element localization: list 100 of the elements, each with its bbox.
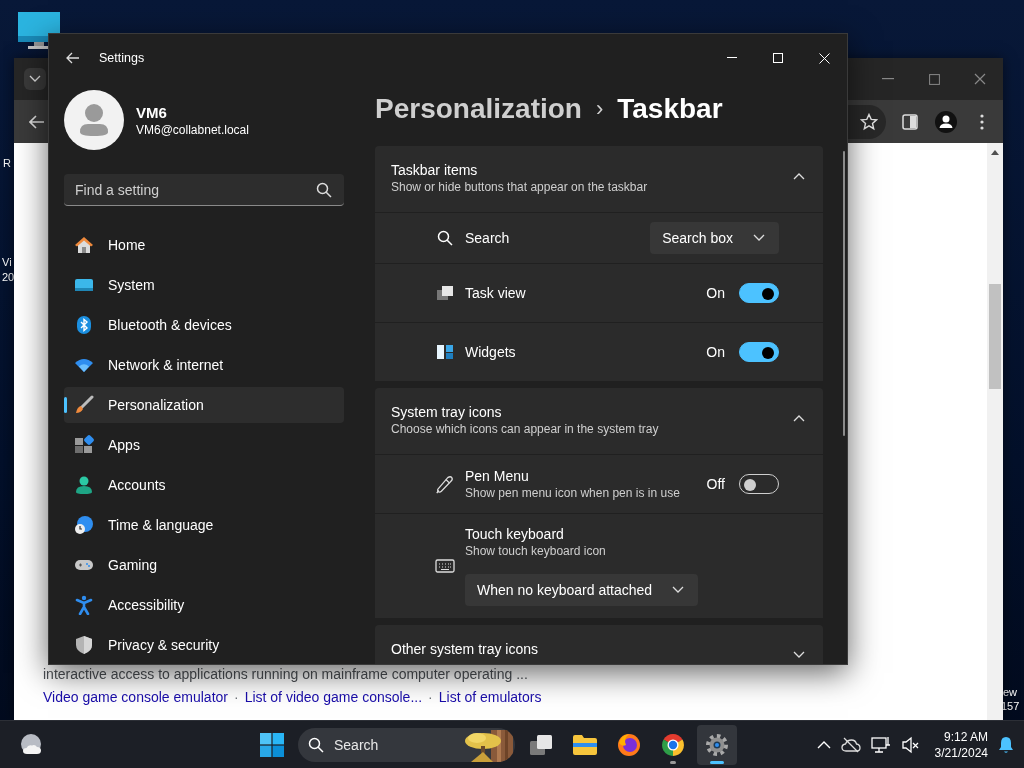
toggle-switch[interactable] — [739, 283, 779, 303]
section-header[interactable]: Taskbar items Show or hide buttons that appear on the taskbar — [375, 146, 823, 212]
avatar[interactable] — [64, 90, 124, 150]
settings-search-field[interactable]: Find a setting — [64, 174, 344, 206]
shield-icon — [74, 635, 94, 655]
link-separator: · — [233, 688, 239, 707]
nav-item[interactable]: Apps — [64, 427, 344, 463]
search-icon — [316, 181, 332, 198]
nav-item[interactable]: Home — [64, 227, 344, 263]
dropdown[interactable]: Search box — [650, 222, 779, 254]
folder-icon — [572, 733, 598, 756]
setting-label: Pen Menu — [465, 468, 530, 484]
taskbar-search-field[interactable]: Search — [298, 727, 515, 762]
nav-item[interactable]: Privacy & security — [64, 627, 344, 663]
pen-icon — [435, 473, 455, 495]
minimize-icon — [727, 57, 737, 59]
dropdown[interactable]: When no keyboard attached — [465, 574, 699, 606]
scrollbar[interactable] — [843, 151, 845, 436]
close-icon — [818, 52, 830, 64]
setting-label: Touch keyboard — [465, 526, 565, 542]
minimize-icon — [882, 78, 894, 80]
brush-icon — [74, 395, 94, 415]
back-arrow-icon[interactable] — [29, 114, 45, 129]
link-separator: · — [428, 688, 433, 707]
computer-icon[interactable] — [18, 12, 60, 50]
network-monitor-icon[interactable] — [870, 735, 891, 754]
person-icon — [74, 475, 94, 495]
toggle-switch[interactable] — [739, 342, 779, 362]
nav-item[interactable]: Network & internet — [64, 347, 344, 383]
window-title: Settings — [99, 51, 145, 65]
user-name: VM6 — [136, 103, 168, 121]
nav-item[interactable]: System — [64, 267, 344, 303]
scrollbar-thumb[interactable] — [989, 284, 1001, 389]
section-title: Other system tray icons — [391, 641, 540, 657]
nav-item[interactable]: Personalization — [64, 387, 344, 423]
setting-label: Widgets — [465, 344, 517, 360]
section-subtitle: Show or hide buttons that appear on the taskbar — [391, 180, 649, 194]
fox-globe-icon — [617, 732, 641, 757]
settings-icon — [705, 732, 729, 757]
task-view-icon — [436, 285, 454, 301]
back-arrow-icon[interactable] — [65, 52, 81, 64]
apps-icon — [74, 435, 94, 455]
desktop-icon-label: 20 — [2, 270, 15, 284]
side-panel-icon[interactable] — [902, 113, 918, 130]
clock[interactable]: 9:12 AM 3/21/2024 — [934, 728, 988, 761]
breadcrumb-link[interactable]: Personalization — [375, 93, 582, 125]
toggle-state: Off — [706, 476, 725, 492]
chevron-up-icon — [793, 414, 805, 422]
result-link[interactable]: List of emulators — [438, 686, 542, 708]
bell-icon[interactable] — [998, 735, 1014, 754]
desktop-icon-label: R — [3, 156, 11, 170]
chevron-down-icon — [753, 234, 765, 242]
desktop-icon-label: ew — [1003, 685, 1018, 699]
setting-description: Show pen menu icon when pen is in use — [465, 486, 681, 500]
result-snippet: interactive access to applications running on mainframe computer operating ... — [43, 665, 529, 684]
clock-time: 9:12 AM — [943, 728, 988, 745]
maximize-icon — [928, 73, 940, 85]
nav-item[interactable]: Gaming — [64, 547, 344, 583]
tab-search-button[interactable] — [24, 68, 46, 90]
desktop-icon-label: 157 — [1001, 699, 1020, 713]
globe-clock-icon — [74, 515, 94, 535]
desktop-icon-label: Vi — [2, 255, 12, 269]
accessibility-icon — [74, 595, 94, 615]
volume-muted-icon[interactable] — [900, 735, 921, 754]
nav-item[interactable]: Time & language — [64, 507, 344, 543]
scrollbar[interactable] — [987, 143, 1003, 720]
result-link[interactable]: List of video game console... — [244, 686, 423, 708]
section-subtitle: Choose which icons can appear in the system tray — [391, 422, 660, 436]
chevron-up-icon[interactable] — [816, 740, 831, 749]
search-icon — [437, 230, 453, 246]
breadcrumb-separator: › — [595, 96, 604, 122]
section-header[interactable]: Other system tray icons — [375, 625, 823, 664]
section-title: Taskbar items — [391, 162, 479, 178]
nav-item[interactable]: Bluetooth & devices — [64, 307, 344, 343]
clock-date: 3/21/2024 — [934, 744, 988, 761]
section-header[interactable]: System tray icons Choose which icons can appear in the system tray — [375, 388, 823, 454]
star-icon[interactable] — [860, 112, 878, 131]
widgets-icon — [436, 344, 454, 360]
nav-item[interactable]: Accessibility — [64, 587, 344, 623]
profile-icon[interactable] — [935, 110, 957, 133]
scroll-up-icon[interactable] — [990, 148, 1000, 156]
setting-description: Show touch keyboard icon — [465, 544, 607, 558]
section-title: System tray icons — [391, 404, 503, 420]
chevron-up-icon — [793, 172, 805, 180]
chevron-down-icon — [793, 651, 805, 659]
home-icon — [74, 235, 94, 255]
bluetooth-icon — [74, 315, 94, 335]
address-bar[interactable] — [848, 104, 886, 139]
page-title: Taskbar — [617, 93, 723, 125]
chevron-icon — [29, 75, 41, 83]
search-icon — [308, 736, 324, 753]
cloud-offline-icon[interactable] — [840, 736, 861, 753]
toggle-state: On — [706, 344, 725, 360]
result-link[interactable]: Video game console emulator — [43, 686, 228, 708]
nav-item[interactable]: Accounts — [64, 467, 344, 503]
keyboard-icon — [435, 558, 455, 574]
setting-label: Search — [465, 230, 511, 246]
maximize-icon — [773, 53, 783, 63]
menu-icon[interactable] — [980, 113, 984, 130]
taskbar-app-button[interactable] — [697, 724, 737, 765]
